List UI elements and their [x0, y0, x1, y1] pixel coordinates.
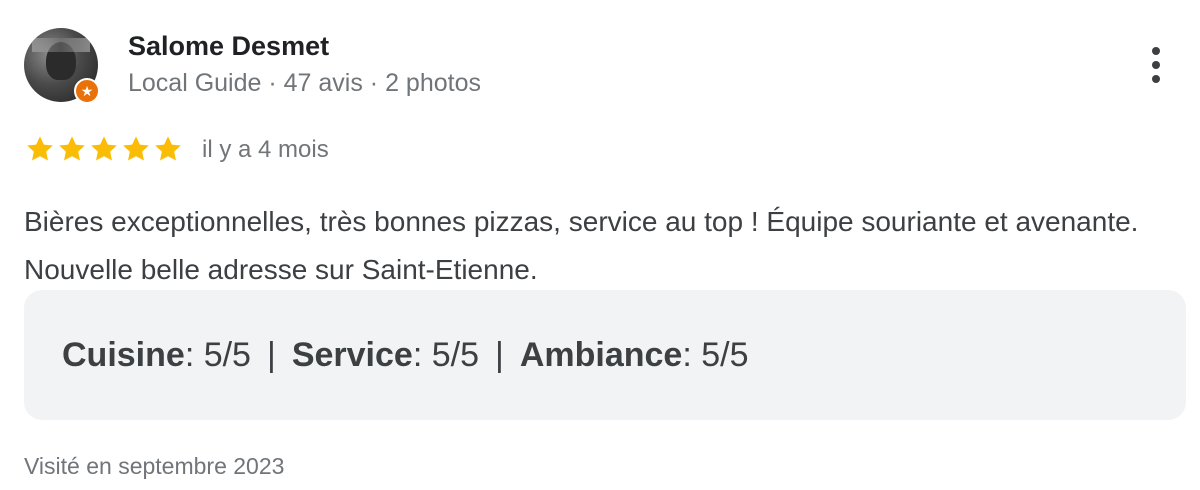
star-icon [155, 136, 181, 161]
star-icon [91, 136, 117, 161]
local-guide-star-icon: ★ [74, 78, 100, 104]
more-vert-icon [1152, 47, 1160, 55]
star-icon [59, 136, 85, 161]
more-options-button[interactable] [1140, 42, 1172, 88]
service-label: Service [291, 335, 413, 374]
avatar[interactable]: ★ [24, 28, 100, 104]
cuisine-label: Cuisine [62, 335, 185, 374]
cuisine-value: : 5/5 [184, 335, 251, 374]
reviewer-name[interactable]: Salome Desmet [128, 31, 329, 62]
review-time: il y a 4 mois [202, 136, 329, 163]
ambiance-label: Ambiance [519, 335, 683, 374]
visit-date: Visité en septembre 2023 [24, 453, 285, 479]
review-text: Bières exceptionnelles, très bonnes pizz… [24, 206, 1139, 285]
star-icon [27, 136, 53, 161]
review-card: ★ Salome Desmet Local Guide · 47 avis · … [0, 0, 1200, 490]
sub-ratings: Cuisine : 5/5 | Service : 5/5 | Ambiance… [24, 290, 1186, 420]
separator: | [495, 335, 504, 374]
separator: | [266, 335, 276, 374]
service-value: : 5/5 [412, 335, 479, 374]
ambiance-value: : 5/5 [682, 335, 749, 374]
reviewer-meta: Local Guide · 47 avis · 2 photos [128, 69, 481, 97]
star-rating [24, 133, 184, 165]
star-icon [123, 136, 149, 161]
